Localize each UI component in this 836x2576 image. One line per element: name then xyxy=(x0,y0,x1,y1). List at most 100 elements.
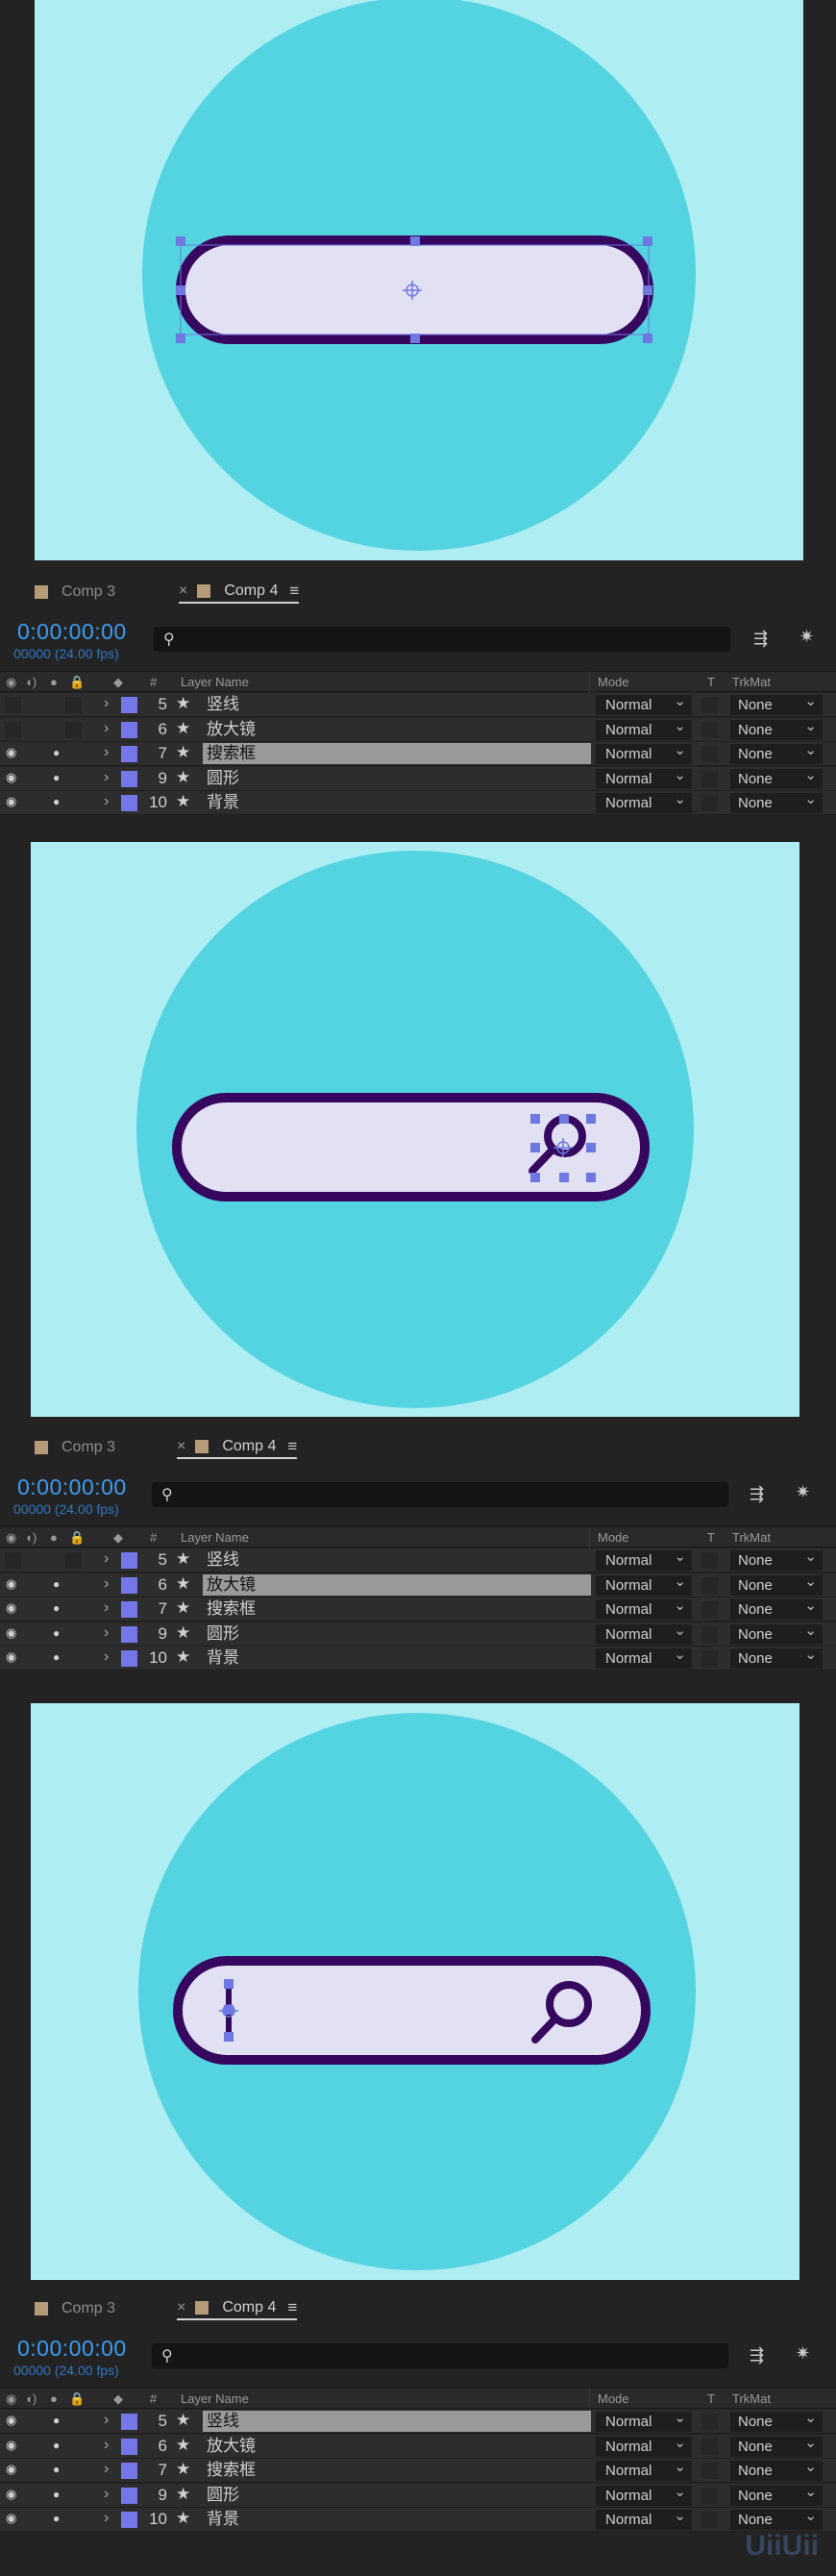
twirl-arrow-icon[interactable]: › xyxy=(104,769,109,786)
blend-mode-select[interactable]: Normal xyxy=(596,2457,692,2481)
timecode-display[interactable]: 0:00:00:00 xyxy=(17,1474,127,1500)
layer-row[interactable]: ◉●›7★搜索框NormalNone xyxy=(0,1596,836,1622)
layer-name[interactable]: 背景 xyxy=(203,2509,243,2530)
draft-3d-icon[interactable]: ✷ xyxy=(796,2343,810,2364)
preserve-transparency-toggle[interactable] xyxy=(701,2463,718,2479)
tab-comp-4[interactable]: × Comp 4 ≡ xyxy=(177,2297,298,2320)
layer-name[interactable]: 放大镜 xyxy=(203,1573,591,1596)
layer-name[interactable]: 竖线 xyxy=(203,694,243,715)
tab-comp-3[interactable]: Comp 3 xyxy=(35,581,115,604)
layer-row[interactable]: ◉ ● › 10 ★ 背景 Normal None xyxy=(0,2506,836,2532)
solo-dot-icon[interactable]: ● xyxy=(53,795,60,808)
layer-row[interactable]: ◉ ● › 9 ★ 圆形 Normal None xyxy=(0,1621,836,1647)
layer-name[interactable]: 搜索框 xyxy=(203,2460,259,2481)
visibility-toggle[interactable] xyxy=(5,721,21,738)
layer-search-input[interactable]: ⚲ xyxy=(154,627,730,652)
layer-row[interactable]: ◉ ● › 10 ★ 背景 Normal None xyxy=(0,1645,836,1671)
tab-comp-3[interactable]: Comp 3 xyxy=(35,2297,115,2320)
preserve-transparency-toggle[interactable] xyxy=(701,795,718,811)
track-matte-select[interactable]: None xyxy=(730,1645,823,1669)
track-matte-select[interactable]: None xyxy=(730,1547,823,1571)
track-matte-select[interactable]: None xyxy=(730,740,823,764)
twirl-arrow-icon[interactable]: › xyxy=(104,2412,109,2429)
visibility-eye-icon[interactable]: ◉ xyxy=(6,745,16,760)
blend-mode-select[interactable]: Normal xyxy=(596,1621,692,1645)
preserve-transparency-toggle[interactable] xyxy=(701,2438,718,2455)
comp-viewer-1[interactable] xyxy=(35,0,803,560)
layer-name[interactable]: 竖线 xyxy=(203,2411,591,2432)
label-color-swatch[interactable] xyxy=(121,1552,137,1569)
visibility-eye-icon[interactable]: ◉ xyxy=(6,1576,16,1592)
timecode-display[interactable]: 0:00:00:00 xyxy=(17,619,127,645)
solo-dot-icon[interactable]: ● xyxy=(53,2439,60,2452)
layer-name[interactable]: 圆形 xyxy=(203,768,243,789)
twirl-arrow-icon[interactable]: › xyxy=(104,2461,109,2478)
column-layer-name[interactable]: Layer Name xyxy=(181,2391,249,2406)
comp-viewer-3[interactable] xyxy=(31,1703,799,2280)
track-matte-select[interactable]: None xyxy=(730,716,823,740)
layer-name[interactable]: 背景 xyxy=(203,792,243,813)
label-color-swatch[interactable] xyxy=(121,770,137,787)
blend-mode-select[interactable]: Normal xyxy=(596,2433,692,2457)
layer-name[interactable]: 放大镜 xyxy=(203,719,259,740)
preserve-transparency-toggle[interactable] xyxy=(701,1625,718,1643)
visibility-eye-icon[interactable]: ◉ xyxy=(6,794,16,809)
comp-viewer-2[interactable] xyxy=(31,842,799,1417)
preserve-transparency-toggle[interactable] xyxy=(701,770,718,787)
blend-mode-select[interactable]: Normal xyxy=(596,789,692,813)
preserve-transparency-toggle[interactable] xyxy=(701,2512,718,2528)
solo-dot-icon[interactable]: ● xyxy=(53,1577,60,1591)
twirl-arrow-icon[interactable]: › xyxy=(104,2486,109,2503)
track-matte-select[interactable]: None xyxy=(730,765,823,789)
layer-name[interactable]: 搜索框 xyxy=(203,1598,259,1620)
label-color-swatch[interactable] xyxy=(121,2463,137,2479)
layer-row[interactable]: › 5 ★ 竖线 Normal None xyxy=(0,1547,836,1573)
tab-comp-4[interactable]: × Comp 4 ≡ xyxy=(179,581,300,604)
timecode-display[interactable]: 0:00:00:00 xyxy=(17,2336,127,2362)
layer-name[interactable]: 背景 xyxy=(203,1647,243,1669)
blend-mode-select[interactable]: Normal xyxy=(596,1596,692,1620)
layer-search-input[interactable]: ⚲ xyxy=(152,1482,728,1507)
preserve-transparency-toggle[interactable] xyxy=(701,2487,718,2504)
track-matte-select[interactable]: None xyxy=(730,691,823,715)
preserve-transparency-toggle[interactable] xyxy=(701,1650,718,1667)
preserve-transparency-toggle[interactable] xyxy=(701,746,718,762)
track-matte-select[interactable]: None xyxy=(730,1596,823,1620)
solo-dot-icon[interactable]: ● xyxy=(53,2414,60,2427)
tab-comp-4[interactable]: × Comp 4 ≡ xyxy=(177,1436,298,1459)
solo-dot-icon[interactable]: ● xyxy=(53,771,60,784)
solo-dot-icon[interactable]: ● xyxy=(53,2488,60,2501)
lock-toggle[interactable] xyxy=(65,1552,82,1569)
layer-row[interactable]: ◉●›7★搜索框NormalNone xyxy=(0,740,836,766)
preserve-transparency-toggle[interactable] xyxy=(701,721,718,738)
layer-row[interactable]: ◉ ● › 10 ★ 背景 Normal None xyxy=(0,789,836,815)
track-matte-select[interactable]: None xyxy=(730,1572,823,1596)
blend-mode-select[interactable]: Normal xyxy=(596,716,692,740)
layer-row[interactable]: › 5 ★ 竖线 Normal None xyxy=(0,691,836,717)
label-color-swatch[interactable] xyxy=(121,2414,137,2430)
composition-flowchart-icon[interactable]: ⇶ xyxy=(753,629,768,649)
visibility-toggle[interactable] xyxy=(5,1552,21,1569)
visibility-eye-icon[interactable]: ◉ xyxy=(6,2511,16,2526)
label-color-swatch[interactable] xyxy=(121,2487,137,2504)
preserve-transparency-toggle[interactable] xyxy=(701,1552,718,1569)
label-color-swatch[interactable] xyxy=(121,2438,137,2455)
layer-row[interactable]: ◉ ● › 9 ★ 圆形 Normal None xyxy=(0,2482,836,2508)
solo-dot-icon[interactable]: ● xyxy=(53,2512,60,2525)
blend-mode-select[interactable]: Normal xyxy=(596,2506,692,2530)
close-icon[interactable]: × xyxy=(179,582,187,600)
lock-toggle[interactable] xyxy=(65,697,82,713)
preserve-transparency-toggle[interactable] xyxy=(701,1601,718,1618)
preserve-transparency-toggle[interactable] xyxy=(701,2414,718,2430)
layer-row[interactable]: ◉ ● › 9 ★ 圆形 Normal None xyxy=(0,765,836,791)
layer-name[interactable]: 圆形 xyxy=(203,2485,243,2506)
visibility-eye-icon[interactable]: ◉ xyxy=(6,770,16,785)
panel-menu-icon[interactable]: ≡ xyxy=(287,2298,297,2317)
solo-dot-icon[interactable]: ● xyxy=(53,1626,60,1640)
column-layer-name[interactable]: Layer Name xyxy=(181,1530,249,1545)
label-color-swatch[interactable] xyxy=(121,697,137,713)
draft-3d-icon[interactable]: ✷ xyxy=(799,627,814,647)
label-color-swatch[interactable] xyxy=(121,1625,137,1643)
preserve-transparency-toggle[interactable] xyxy=(701,697,718,713)
twirl-arrow-icon[interactable]: › xyxy=(104,793,109,810)
